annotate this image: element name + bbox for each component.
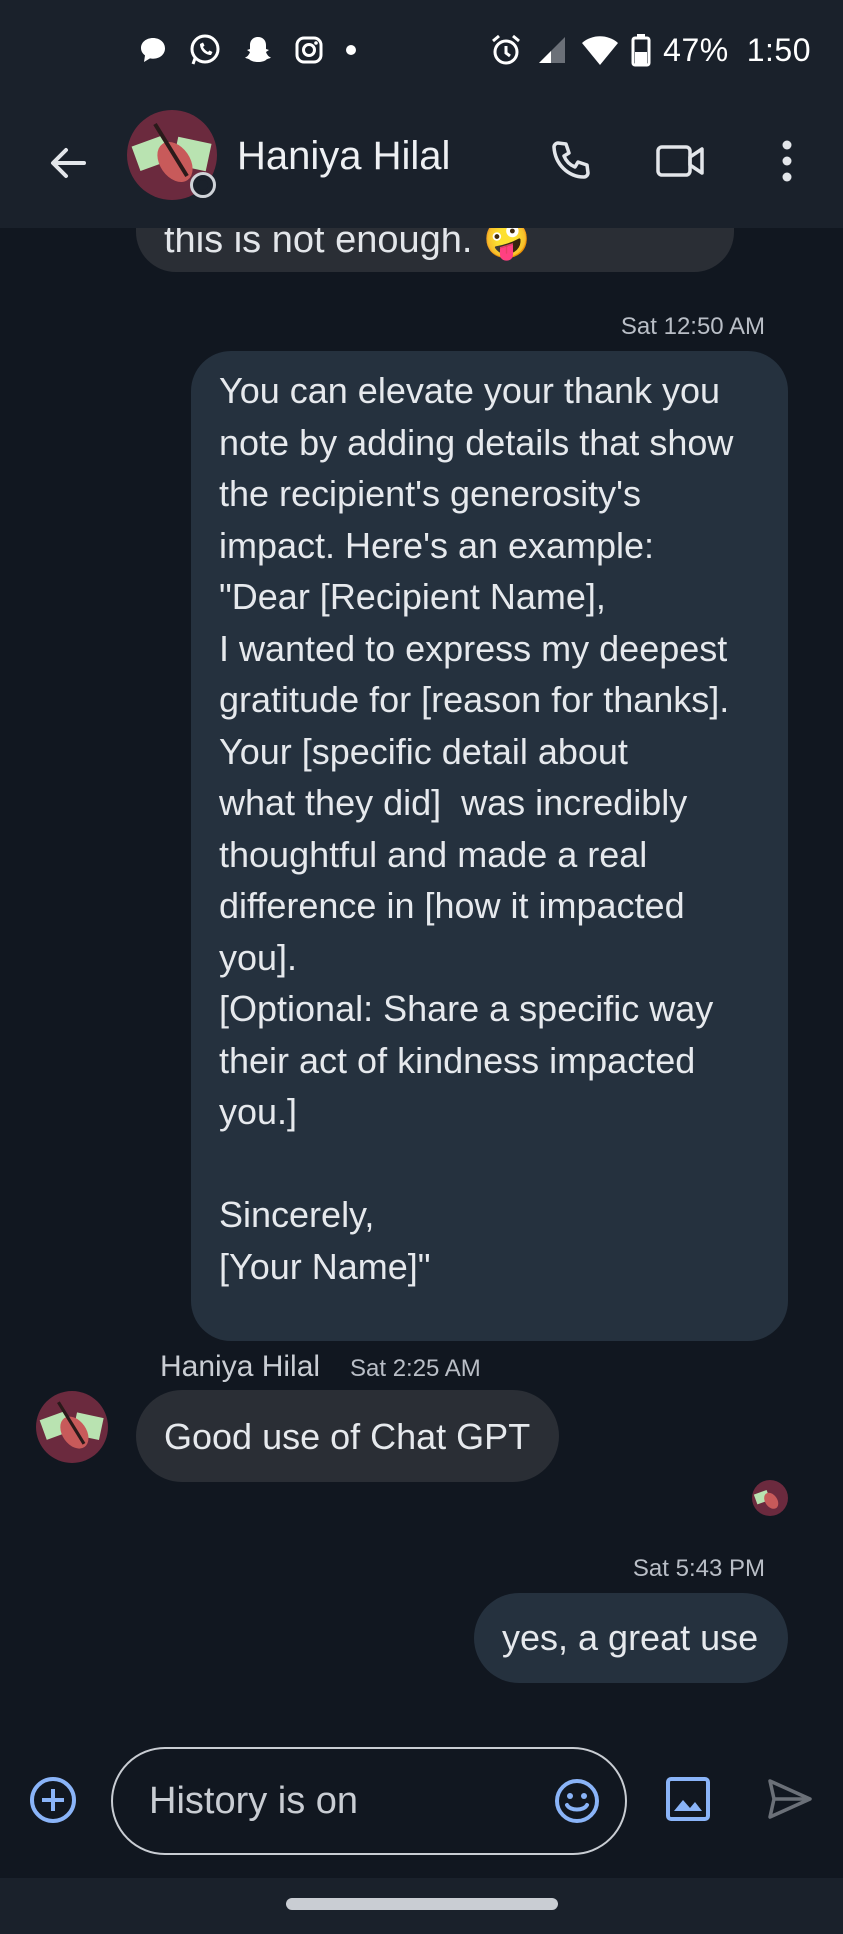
- message-text: this is not enough. 🤪: [164, 228, 531, 261]
- phone-icon: [552, 141, 590, 179]
- message-text: yes, a great use: [502, 1617, 759, 1658]
- alarm-icon: [489, 33, 523, 67]
- sender-name: Haniya Hilal: [160, 1350, 321, 1383]
- battery-icon: [631, 33, 651, 67]
- snapchat-icon: [242, 34, 274, 66]
- call-button[interactable]: [536, 126, 606, 196]
- message-list[interactable]: this is not enough. 🤪 Sat 12:50 AM You c…: [0, 228, 843, 1728]
- add-circle-icon: [30, 1777, 76, 1823]
- signal-icon: [535, 33, 569, 67]
- contact-name[interactable]: Haniya Hilal: [237, 134, 450, 179]
- message-bubble-outgoing[interactable]: yes, a great use: [474, 1593, 788, 1683]
- message-input[interactable]: [149, 1771, 539, 1831]
- message-timestamp: Sat 2:25 AM: [350, 1355, 481, 1382]
- avatar-image: [36, 1391, 108, 1463]
- chat-bubble-icon: [138, 35, 168, 65]
- message-timestamp: Sat 12:50 AM: [620, 313, 765, 340]
- dot-icon: [344, 43, 358, 57]
- send-icon: [768, 1779, 812, 1819]
- emoji-icon: [555, 1779, 599, 1823]
- back-arrow-icon: [51, 148, 86, 178]
- status-indicator: [190, 172, 216, 198]
- message-bubble-incoming[interactable]: this is not enough. 🤪: [136, 228, 734, 272]
- conversation-header: Haniya Hilal: [0, 98, 843, 228]
- status-bar: 47% 1:50: [0, 0, 843, 98]
- avatar-image: [752, 1480, 788, 1516]
- whatsapp-icon: [188, 33, 222, 67]
- home-gesture-handle[interactable]: [286, 1898, 558, 1910]
- message-bubble-incoming[interactable]: Good use of Chat GPT: [136, 1390, 559, 1482]
- add-attachment-button[interactable]: [22, 1769, 84, 1831]
- more-options-button[interactable]: [752, 126, 822, 196]
- message-text: You can elevate your thank you note by a…: [219, 370, 734, 1287]
- send-button[interactable]: [762, 1771, 818, 1827]
- read-receipt-avatar: [752, 1480, 788, 1516]
- sender-avatar[interactable]: [36, 1391, 108, 1463]
- back-button[interactable]: [36, 131, 100, 195]
- gallery-button[interactable]: [660, 1771, 716, 1827]
- clock: 1:50: [746, 31, 811, 68]
- video-call-button[interactable]: [646, 126, 716, 196]
- message-input-wrapper[interactable]: [111, 1747, 627, 1855]
- message-bubble-outgoing[interactable]: You can elevate your thank you note by a…: [191, 351, 788, 1341]
- message-text: Good use of Chat GPT: [164, 1416, 531, 1457]
- more-vert-icon: [782, 140, 792, 182]
- wifi-icon: [581, 33, 619, 67]
- message-timestamp: Sat 5:43 PM: [632, 1555, 765, 1582]
- instagram-icon: [294, 35, 324, 65]
- video-icon: [656, 145, 704, 177]
- image-icon: [666, 1777, 710, 1821]
- navigation-bar: [0, 1878, 843, 1934]
- emoji-button[interactable]: [549, 1773, 605, 1829]
- compose-bar: [0, 1728, 843, 1878]
- battery-percent: 47%: [663, 31, 729, 68]
